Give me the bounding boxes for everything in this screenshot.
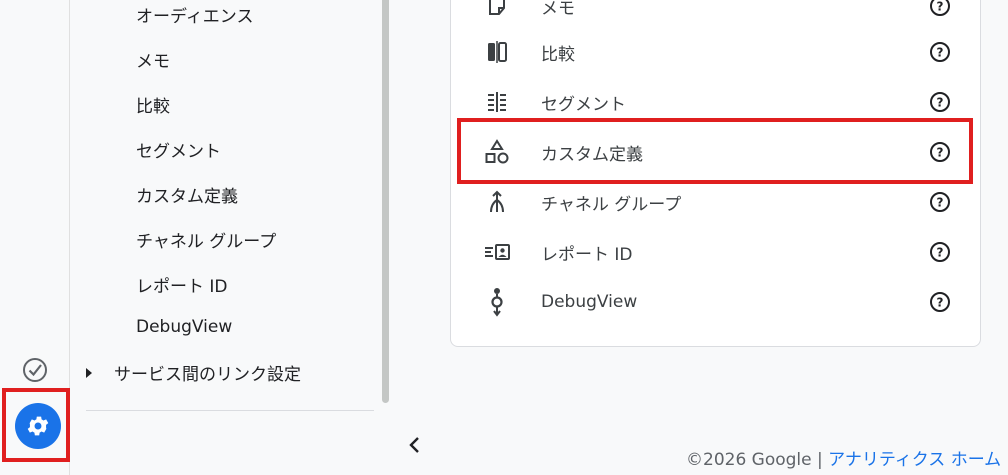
highlight-box-custom-definitions <box>457 118 973 184</box>
help-icon[interactable]: ? <box>929 0 951 17</box>
collapse-nav-button[interactable] <box>403 432 427 458</box>
check-circle-icon[interactable] <box>22 357 48 383</box>
sidenav-item-audience[interactable]: オーディエンス <box>136 2 253 27</box>
sidenav-item-memo[interactable]: メモ <box>136 47 170 72</box>
memo-icon <box>483 0 511 20</box>
footer-copyright: ©2026 Google | <box>686 450 823 470</box>
sidenav-item-compare[interactable]: 比較 <box>136 92 170 117</box>
sidenav-item-report-id[interactable]: レポート ID <box>136 272 228 297</box>
help-icon[interactable]: ? <box>929 41 951 63</box>
panel-row-channel-group[interactable]: チャネル グループ ? <box>451 177 980 227</box>
merge-icon <box>483 188 511 216</box>
report-id-icon <box>483 238 511 266</box>
panel-row-label: チャネル グループ <box>541 194 682 215</box>
panel-row-label: メモ <box>541 0 575 19</box>
footer: ©2026 Google | アナリティクス ホーム <box>686 445 1001 470</box>
svg-text:?: ? <box>937 246 944 260</box>
help-icon[interactable]: ? <box>929 291 951 313</box>
svg-text:?: ? <box>937 46 944 60</box>
left-rail <box>0 0 70 475</box>
panel-row-compare[interactable]: 比較 ? <box>451 27 980 77</box>
sidenav-item-debugview[interactable]: DebugView <box>136 317 232 337</box>
compare-icon <box>483 38 511 66</box>
svg-text:?: ? <box>937 96 944 110</box>
sidenav-item-segment[interactable]: セグメント <box>136 137 221 162</box>
sidenav-scrollbar[interactable] <box>382 0 389 403</box>
sidenav-item-custom-definitions[interactable]: カスタム定義 <box>136 182 238 207</box>
panel-row-report-id[interactable]: レポート ID ? <box>451 227 980 277</box>
help-icon[interactable]: ? <box>929 91 951 113</box>
panel-row-label: セグメント <box>541 94 626 115</box>
sidenav-item-channel-group[interactable]: チャネル グループ <box>136 227 276 252</box>
highlight-box-admin <box>2 388 70 462</box>
help-icon[interactable]: ? <box>929 191 951 213</box>
svg-text:?: ? <box>937 196 944 210</box>
debug-icon <box>483 288 511 317</box>
help-icon[interactable]: ? <box>929 241 951 263</box>
segment-icon <box>483 88 511 116</box>
sidenav-parent-label: サービス間のリンク設定 <box>114 365 301 385</box>
gear-icon <box>27 416 49 436</box>
sidenav-divider <box>86 410 374 411</box>
sidenav: オーディエンス メモ 比較 セグメント カスタム定義 チャネル グループ レポー… <box>70 0 419 475</box>
admin-settings-button[interactable] <box>15 403 61 449</box>
panel-row-label: 比較 <box>541 44 575 65</box>
panel-row-debugview[interactable]: DebugView ? <box>451 277 980 327</box>
panel-row-label: DebugView <box>541 292 638 312</box>
chevron-left-icon <box>409 437 419 453</box>
svg-text:?: ? <box>937 0 944 14</box>
expand-caret-icon <box>86 367 92 378</box>
panel-row-label: レポート ID <box>541 244 633 265</box>
footer-analytics-home-link[interactable]: アナリティクス ホーム <box>828 450 1001 470</box>
sidenav-item-product-links[interactable]: サービス間のリンク設定 <box>86 360 301 385</box>
svg-text:?: ? <box>937 296 944 310</box>
